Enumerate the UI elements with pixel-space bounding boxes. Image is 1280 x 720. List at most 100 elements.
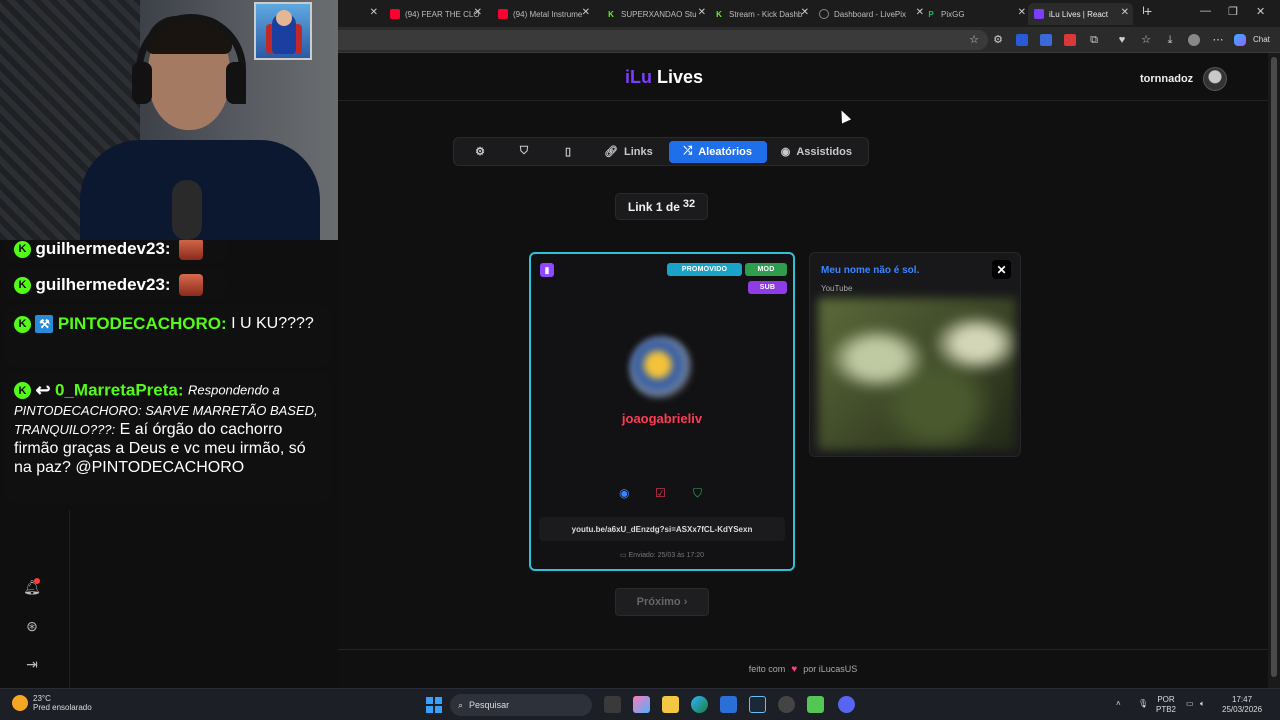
task-view-icon[interactable] <box>604 696 621 713</box>
language-indicator[interactable]: POR PTB2 <box>1156 695 1176 715</box>
page-scrollbar[interactable] <box>1268 53 1280 688</box>
gear-icon: ⚙ <box>475 146 485 158</box>
tab-close-icon[interactable]: ✕ <box>474 7 482 18</box>
shield-icon[interactable]: ⛉ <box>693 486 702 501</box>
promoted-badge: PROMOVIDO <box>667 263 742 276</box>
eye-icon[interactable]: ◉ <box>619 486 629 500</box>
copilot-icon[interactable] <box>633 696 650 713</box>
app-icon[interactable] <box>807 696 824 713</box>
tab-close-icon[interactable]: ✕ <box>698 7 706 18</box>
link-counter: Link 1 de 32 <box>615 193 708 220</box>
kick-icon: K <box>608 9 614 19</box>
link-url[interactable]: youtu.be/a6xU_dEnzdg?si=ASXx7fCL-KdYSexn <box>539 517 785 541</box>
overlay-chat: K guilhermedev23: K guilhermedev23: K ⚒ … <box>0 240 338 510</box>
tab-close-icon[interactable]: ✕ <box>916 7 924 18</box>
tab-close-icon[interactable]: ✕ <box>1121 7 1129 18</box>
footer-prefix: feito com <box>748 664 786 674</box>
taskbar-search[interactable]: ⌕ Pesquisar <box>450 694 592 716</box>
link-card[interactable]: ▮ PROMOVIDO MOD SUB joaogabrieliv ◉ ☑ ⛉ … <box>529 252 795 571</box>
chat-username: guilhermedev23: <box>35 240 171 258</box>
brand-logo[interactable]: iLu Lives <box>625 67 703 88</box>
tab-close-icon[interactable]: ✕ <box>582 7 590 18</box>
nav-saved-button[interactable]: ▯ <box>546 141 590 163</box>
nav-moderation-button[interactable]: ⛉ <box>502 141 546 163</box>
main-nav: ⚙ ⛉ ▯ 🔗︎ Links ⤮ Aleatórios ◉ Assistidos <box>453 137 869 166</box>
more-icon[interactable]: ⋯ <box>1212 34 1224 46</box>
browser-tab[interactable]: (94) FEAR THE CLO ✕ <box>390 3 482 25</box>
minimize-icon[interactable]: — <box>1200 5 1211 17</box>
microphone-icon[interactable]: 🎙︎ <box>1138 699 1148 709</box>
translate-icon[interactable] <box>1040 34 1052 46</box>
video-preview-card[interactable]: Meu nome não é sol. YouTube ✕ <box>809 252 1021 457</box>
chat-text: I U KU???? <box>231 315 314 333</box>
nav-settings-button[interactable]: ⚙ <box>458 141 502 163</box>
browser-tab[interactable]: Dashboard - LivePix ✕ <box>819 3 924 25</box>
extension-icon[interactable] <box>1064 34 1076 46</box>
counter-label: Link 1 de <box>627 199 680 214</box>
close-window-icon[interactable]: ✕ <box>1256 5 1265 18</box>
lifebuoy-icon[interactable]: ⊛ <box>23 617 41 635</box>
windows-start-icon[interactable] <box>426 697 442 713</box>
streamer-avatar <box>629 336 693 400</box>
close-icon[interactable]: ✕ <box>992 260 1011 279</box>
chat-button[interactable]: Chat <box>1253 35 1270 44</box>
tab-links[interactable]: 🔗︎ Links <box>594 141 663 163</box>
user-menu[interactable]: tornnadoz <box>1140 67 1228 91</box>
emote-icon <box>179 274 204 296</box>
tab-label: (94) FEAR THE CLO <box>405 9 480 19</box>
new-tab-icon[interactable]: + <box>1144 3 1152 19</box>
maximize-icon[interactable]: ❐ <box>1228 5 1238 18</box>
tab-assistidos[interactable]: ◉ Assistidos <box>771 141 862 163</box>
tab-close-icon[interactable]: ✕ <box>801 7 809 18</box>
discord-icon[interactable] <box>838 696 855 713</box>
tab-close-icon[interactable]: ✕ <box>1018 7 1026 18</box>
extension-icon[interactable] <box>1016 34 1028 46</box>
chevron-up-icon[interactable]: ˄ <box>1116 699 1121 709</box>
puzzle-icon[interactable]: ⧉ <box>1088 34 1100 46</box>
obs-icon[interactable] <box>778 696 795 713</box>
browser-tab-active[interactable]: iLu Lives | React ✕ <box>1028 3 1133 25</box>
weather-widget[interactable]: 23°C Pred ensolarado <box>12 694 92 712</box>
store-icon[interactable] <box>720 696 737 713</box>
scrollbar-thumb[interactable] <box>1271 57 1277 677</box>
video-thumbnail[interactable] <box>818 298 1016 450</box>
monitor-icon[interactable]: ▭ <box>1186 699 1194 709</box>
copilot-icon[interactable] <box>1234 34 1246 46</box>
streamer-name[interactable]: joaogabrieliv <box>531 411 793 426</box>
heart-icon: ♥ <box>791 663 798 675</box>
bookmark-icon: ▯ <box>564 146 572 158</box>
steam-icon[interactable] <box>749 696 766 713</box>
extension-icon[interactable]: ⚙ <box>992 34 1004 46</box>
edge-icon[interactable] <box>691 696 708 713</box>
clock[interactable]: 17:47 25/03/2026 <box>1222 695 1262 715</box>
tab-label: SUPERXANDAO Stu <box>621 9 697 19</box>
download-icon[interactable]: ⤓ <box>1164 34 1176 46</box>
star-icon[interactable]: ☆ <box>968 34 980 46</box>
tab-label: Aleatórios <box>698 145 752 158</box>
checkbox-icon[interactable]: ☑ <box>655 486 666 500</box>
collections-icon[interactable]: ☆ <box>1140 34 1152 46</box>
profile-icon[interactable] <box>1188 34 1200 46</box>
logout-icon[interactable]: ⇥ <box>23 655 41 673</box>
file-explorer-icon[interactable] <box>662 696 679 713</box>
reply-arrow-icon: ↩ <box>35 380 51 400</box>
favorites-icon[interactable]: ♥ <box>1116 34 1128 46</box>
address-bar[interactable] <box>338 30 988 50</box>
brand-prefix: iLu <box>625 67 652 87</box>
app-page: iLu Lives tornnadoz ⚙ ⛉ ▯ 🔗︎ Links ⤮ Aleat… <box>338 53 1268 688</box>
link-icon: 🔗︎ <box>604 146 618 158</box>
tab-label: Links <box>623 145 653 158</box>
superman-poster <box>254 2 312 60</box>
chat-message: K ⚒ PINTODECACHORO: I U KU???? <box>6 306 330 366</box>
browser-tab[interactable]: (94) Metal Instrume ✕ <box>498 3 590 25</box>
browser-tab[interactable]: P PixGG ✕ <box>926 3 1026 25</box>
tab-label: PixGG <box>941 9 965 19</box>
kick-badge-icon: K <box>14 240 31 258</box>
browser-tab[interactable]: K SUPERXANDAO Stu ✕ <box>606 3 706 25</box>
tab-close-icon[interactable]: ✕ <box>366 3 382 25</box>
browser-tab[interactable]: K Stream - Kick Dashb ✕ <box>714 3 809 25</box>
tab-aleatorios[interactable]: ⤮ Aleatórios <box>668 140 767 163</box>
chat-username: guilhermedev23: <box>35 275 171 294</box>
speaker-icon[interactable]: 🔈︎ <box>1200 699 1205 709</box>
next-button[interactable]: Próximo › <box>615 588 709 616</box>
